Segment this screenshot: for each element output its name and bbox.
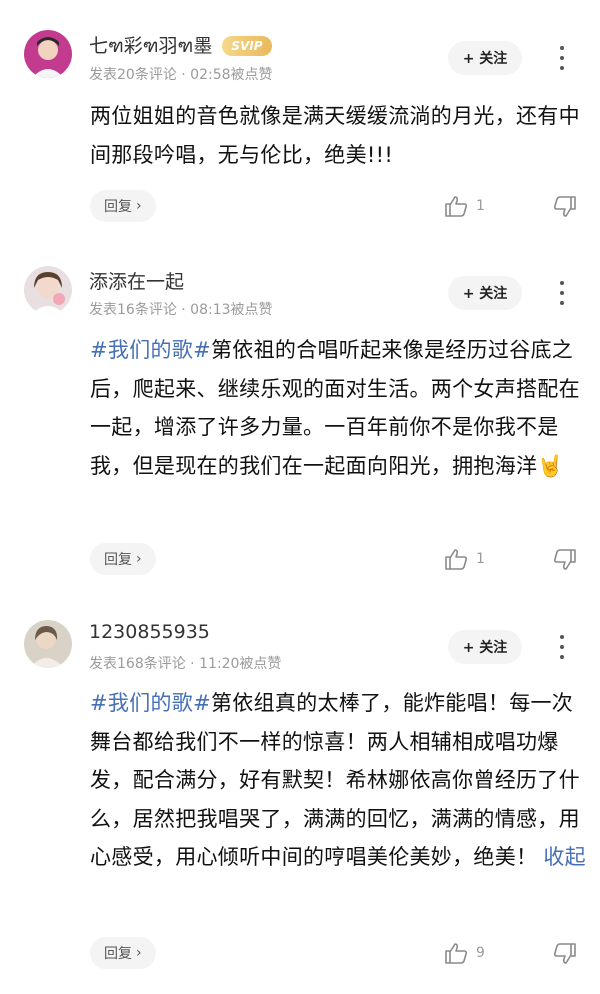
comment-text: #我们的歌#第依祖的合唱听起来像是经历过谷底之后，爬起来、继续乐观的面对生活。两… — [90, 331, 588, 485]
username-text[interactable]: 添添在一起 — [89, 267, 184, 294]
comment-meta: 发表168条评论 · 11:20被点赞 — [89, 656, 282, 672]
comment-body: 第依组真的太棒了，能炸能唱！每一次舞台都给我们不一样的惊喜！两人相辅相成唱功爆发… — [90, 691, 580, 869]
thumbs-up-icon — [445, 549, 468, 570]
more-options-icon[interactable] — [552, 278, 572, 308]
more-options-icon[interactable] — [552, 43, 572, 73]
like-count: 1 — [476, 551, 485, 567]
thumbs-up-icon — [445, 943, 468, 964]
like-button[interactable]: 1 — [444, 548, 485, 570]
like-button[interactable]: 9 — [444, 942, 485, 964]
like-count: 9 — [476, 945, 485, 961]
username[interactable]: 七ฑ彩ฑ羽ฑ墨 SVIP — [89, 31, 272, 61]
topic-tag[interactable]: #我们的歌# — [90, 691, 211, 715]
follow-button[interactable]: + 关注 — [448, 41, 522, 75]
comment-text: #我们的歌#第依组真的太棒了，能炸能唱！每一次舞台都给我们不一样的惊喜！两人相辅… — [90, 684, 588, 877]
like-count: 1 — [476, 198, 485, 214]
comment-text: 两位姐姐的音色就像是满天缓缓流淌的月光，还有中间那段吟唱，无与伦比，绝美!!! — [90, 97, 588, 174]
reply-button[interactable]: 回复 › — [90, 190, 156, 222]
chevron-right-icon: › — [136, 198, 142, 214]
reply-label: 回复 — [104, 199, 132, 215]
follow-button[interactable]: + 关注 — [448, 630, 522, 664]
username[interactable]: 添添在一起 — [89, 267, 184, 294]
comment-meta: 发表16条评论 · 08:13被点赞 — [89, 302, 273, 318]
topic-tag[interactable]: #我们的歌# — [90, 338, 211, 362]
comment-meta: 发表20条评论 · 02:58被点赞 — [89, 67, 273, 83]
reply-label: 回复 — [104, 946, 132, 962]
avatar[interactable] — [24, 30, 72, 78]
thumbs-down-icon[interactable] — [553, 196, 577, 222]
reply-button[interactable]: 回复 › — [90, 937, 156, 969]
reply-button[interactable]: 回复 › — [90, 543, 156, 575]
thumbs-up-icon — [445, 196, 468, 217]
collapse-link[interactable]: 收起 — [543, 845, 586, 869]
svip-badge: SVIP — [222, 36, 272, 56]
username-text[interactable]: 七ฑ彩ฑ羽ฑ墨 — [89, 31, 212, 61]
reply-label: 回复 — [104, 552, 132, 568]
username[interactable]: 1230855935 — [89, 621, 210, 643]
avatar[interactable] — [24, 266, 72, 314]
thumbs-down-icon[interactable] — [553, 943, 577, 969]
like-button[interactable]: 1 — [444, 195, 485, 217]
thumbs-down-icon[interactable] — [553, 549, 577, 575]
more-options-icon[interactable] — [552, 632, 572, 662]
chevron-right-icon: › — [136, 945, 142, 961]
avatar[interactable] — [24, 620, 72, 668]
username-text[interactable]: 1230855935 — [89, 621, 210, 643]
chevron-right-icon: › — [136, 551, 142, 567]
comment-body: 两位姐姐的音色就像是满天缓缓流淌的月光，还有中间那段吟唱，无与伦比，绝美!!! — [90, 104, 580, 167]
follow-button[interactable]: + 关注 — [448, 276, 522, 310]
